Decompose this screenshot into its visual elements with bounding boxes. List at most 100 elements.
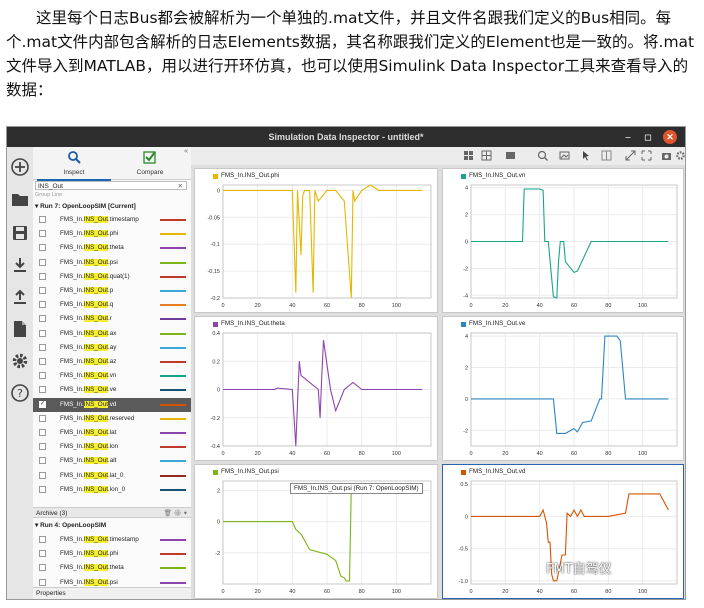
signal-row[interactable]: FMS_In.INS_Out.az	[33, 355, 191, 369]
signal-row[interactable]: FMS_In.INS_Out.lon_0	[33, 483, 191, 497]
signal-checkbox[interactable]	[39, 301, 46, 309]
help-icon[interactable]: ?	[10, 383, 30, 403]
search-input[interactable]: INS_Out ✕	[35, 181, 187, 190]
series-line[interactable]	[223, 486, 423, 582]
tab-compare[interactable]: Compare	[113, 147, 187, 179]
signal-checkbox[interactable]	[39, 536, 46, 543]
line-style-swatch[interactable]	[160, 488, 186, 491]
line-style-swatch[interactable]	[160, 432, 186, 434]
fit-icon[interactable]	[625, 150, 636, 161]
line-style-swatch[interactable]	[160, 318, 186, 321]
plot-ve[interactable]: 0 20 40 60 80 100 4 2 0 -2 FMS_In.INS_Out.ve	[442, 316, 684, 461]
signal-row[interactable]: FMS_In.INS_Out.lon	[33, 440, 191, 454]
layout-grid-icon[interactable]	[463, 150, 474, 161]
line-style-swatch[interactable]	[160, 403, 186, 406]
cursor-data-icon[interactable]	[601, 150, 612, 161]
signal-checkbox[interactable]	[39, 230, 46, 238]
line-style-swatch[interactable]	[160, 539, 186, 541]
plot-vn[interactable]: 0 20 40 60 80 100 4 2 0 -2 -4 FMS_In.INS_Out.vn	[442, 168, 684, 313]
signal-checkbox[interactable]	[39, 287, 46, 294]
line-style-swatch[interactable]	[160, 417, 186, 420]
signal-checkbox[interactable]	[39, 244, 46, 252]
run-header-archive[interactable]: ▾ Run 4: OpenLoopSIM	[35, 520, 106, 531]
line-style-swatch[interactable]	[160, 553, 186, 556]
signal-checkbox[interactable]	[39, 550, 46, 558]
signal-row[interactable]: FMS_In.INS_Out.ax	[33, 327, 191, 341]
signal-checkbox[interactable]	[39, 485, 46, 493]
close-icon[interactable]: ✕	[663, 130, 677, 144]
signal-row[interactable]: FMS_In.INS_Out.lat	[33, 426, 191, 440]
line-style-swatch[interactable]	[160, 219, 186, 221]
document-icon[interactable]	[10, 319, 30, 339]
line-style-swatch[interactable]	[160, 460, 186, 463]
line-style-swatch[interactable]	[160, 247, 186, 250]
signal-checkbox[interactable]	[39, 386, 46, 394]
signal-checkbox[interactable]	[39, 258, 46, 266]
gear-icon[interactable]	[10, 351, 30, 371]
signal-row[interactable]: FMS_In.INS_Out.theta	[33, 241, 191, 255]
zoom-icon[interactable]	[537, 150, 548, 161]
settings-icon[interactable]	[675, 150, 686, 161]
signal-checkbox[interactable]	[39, 343, 46, 351]
line-style-swatch[interactable]	[160, 446, 186, 449]
plot-psi[interactable]: 0 20 40 60 80 100 2 0 -2 FMS_In.INS_Out.psi FMS_…	[194, 464, 438, 599]
collapse-icon[interactable]: «	[184, 148, 188, 155]
signal-row[interactable]: ✓ FMS_In.INS_Out.vd	[33, 397, 191, 412]
signal-row[interactable]: FMS_In.INS_Out.psi	[33, 256, 191, 270]
signal-row[interactable]: FMS_In.INS_Out.vn	[33, 369, 191, 383]
signal-checkbox[interactable]	[39, 457, 46, 465]
camera-icon[interactable]	[661, 150, 672, 161]
line-style-swatch[interactable]	[160, 375, 186, 378]
signal-row[interactable]: FMS_In.INS_Out.phi	[33, 227, 191, 241]
signal-row[interactable]: FMS_In.INS_Out.phi	[33, 547, 191, 561]
visualization-icon[interactable]	[505, 150, 516, 161]
signal-row[interactable]: FMS_In.INS_Out.ve	[33, 383, 191, 397]
signal-checkbox[interactable]	[39, 272, 46, 280]
clear-icon[interactable]: ✕	[178, 182, 183, 191]
minimize-icon[interactable]: ‒	[621, 130, 635, 144]
signal-checkbox[interactable]	[39, 414, 46, 422]
archive-header[interactable]: Archive (3) 🗑 ⚙ ▾	[33, 507, 191, 518]
signal-row[interactable]: FMS_In.INS_Out.reserved	[33, 412, 191, 426]
signal-checkbox[interactable]	[39, 443, 46, 451]
plot-phi[interactable]: 0 20 40 60 80 100 0 -0.05 -0.1 -0.15 -0.2 FMS_In.I…	[194, 168, 438, 313]
line-style-swatch[interactable]	[160, 275, 186, 278]
line-style-swatch[interactable]	[160, 567, 186, 570]
signal-checkbox[interactable]	[39, 578, 46, 586]
export-icon[interactable]	[10, 287, 30, 307]
signal-checkbox[interactable]	[39, 564, 46, 572]
signal-checkbox[interactable]	[39, 329, 46, 337]
signal-row[interactable]: FMS_In.INS_Out.lat_0	[33, 469, 191, 483]
signal-checkbox[interactable]	[39, 372, 46, 380]
signal-row[interactable]: FMS_In.INS_Out.timestamp	[33, 213, 191, 227]
line-style-swatch[interactable]	[160, 304, 186, 307]
run-header[interactable]: ▾ Run 7: OpenLoopSIM [Current]	[35, 201, 136, 212]
add-icon[interactable]	[10, 157, 30, 177]
line-style-swatch[interactable]	[160, 389, 186, 392]
line-style-swatch[interactable]	[160, 346, 186, 349]
series-line[interactable]	[223, 184, 423, 299]
signal-row[interactable]: FMS_In.INS_Out.p	[33, 284, 191, 298]
signal-checkbox[interactable]	[39, 315, 46, 323]
signal-row[interactable]: FMS_In.INS_Out.q	[33, 298, 191, 312]
series-line[interactable]	[471, 335, 669, 434]
line-style-swatch[interactable]	[160, 332, 186, 335]
image-icon[interactable]	[559, 150, 570, 161]
save-icon[interactable]	[10, 223, 30, 243]
signal-row[interactable]: FMS_In.INS_Out.alt	[33, 454, 191, 468]
tab-inspect[interactable]: Inspect	[37, 147, 111, 181]
line-style-swatch[interactable]	[160, 233, 186, 236]
line-style-swatch[interactable]	[160, 474, 186, 477]
signal-row[interactable]: FMS_In.INS_Out.quat(1)	[33, 270, 191, 284]
line-style-swatch[interactable]	[160, 290, 186, 292]
series-line[interactable]	[471, 188, 669, 299]
signal-row[interactable]: FMS_In.INS_Out.theta	[33, 561, 191, 575]
subplot-icon[interactable]	[481, 150, 492, 161]
signal-row[interactable]: FMS_In.INS_Out.r	[33, 312, 191, 326]
signal-row[interactable]: FMS_In.INS_Out.ay	[33, 341, 191, 355]
signal-checkbox[interactable]	[39, 216, 46, 223]
signal-checkbox[interactable]	[39, 471, 46, 479]
line-style-swatch[interactable]	[160, 581, 186, 584]
maximize-icon[interactable]: ◻	[641, 130, 655, 144]
import-icon[interactable]	[10, 255, 30, 275]
